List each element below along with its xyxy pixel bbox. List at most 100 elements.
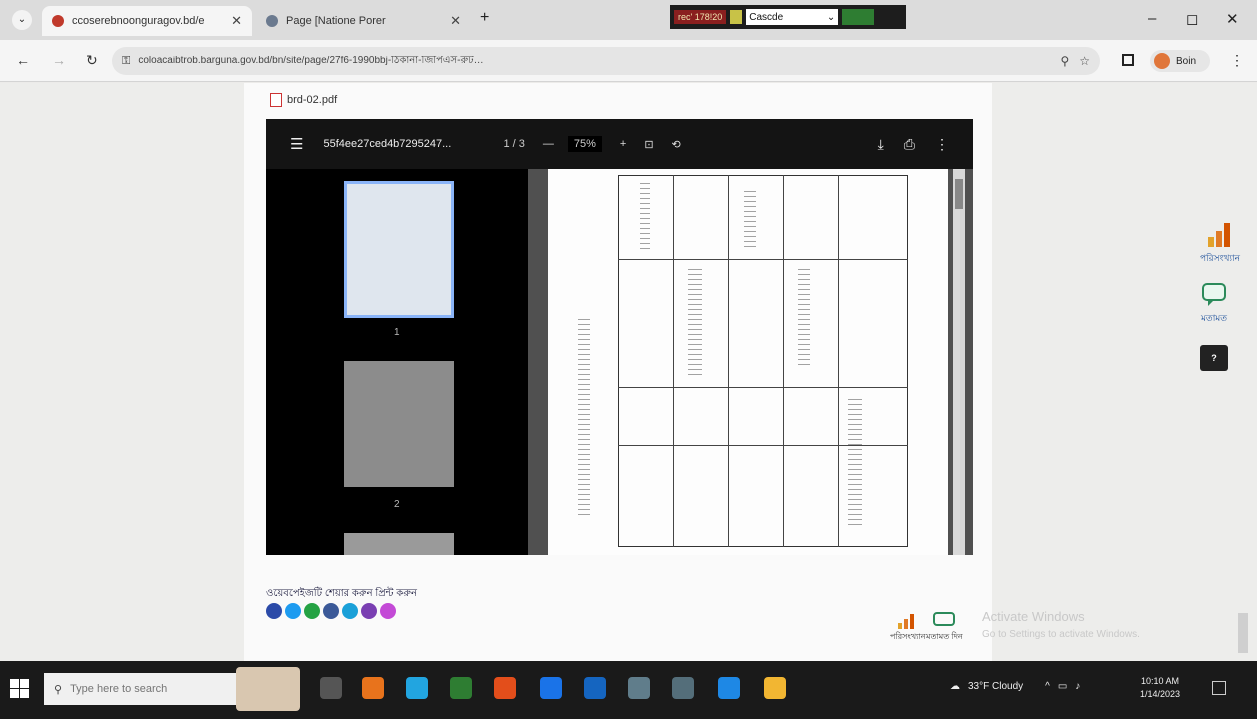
table-divider <box>673 175 674 547</box>
tray-overflow-icon[interactable]: ^ <box>1045 681 1050 692</box>
pdf-viewer-toolbar: ☰ 55f4ee27ced4b7295247... 1 / 3 — 75% + … <box>266 119 973 169</box>
rotated-text <box>848 399 862 529</box>
volume-icon[interactable]: ♪ <box>1075 681 1080 692</box>
restore-button[interactable]: ◻ <box>1186 10 1198 28</box>
recorder-square-icon[interactable] <box>730 10 743 24</box>
side-panel-icon[interactable] <box>1122 54 1134 66</box>
weather-text[interactable]: 33°F Cloudy <box>968 681 1023 692</box>
hamburger-menu-icon[interactable]: ☰ <box>290 135 303 153</box>
pdf-link-text: brd-02.pdf <box>287 94 338 106</box>
mini-stats-label: পরিসংখ্যান <box>890 632 926 641</box>
pdf-file-name: 55f4ee27ced4b7295247... <box>323 138 452 150</box>
close-tab-icon[interactable]: ✕ <box>231 13 242 29</box>
share-twitter-icon[interactable] <box>285 603 301 619</box>
share-linkedin-icon[interactable] <box>342 603 358 619</box>
share-whatsapp-icon[interactable] <box>304 603 320 619</box>
taskbar-search-input[interactable] <box>70 683 191 695</box>
recorder-confirm-button[interactable] <box>842 9 875 25</box>
scroll-thumb[interactable] <box>955 179 963 209</box>
clock-date: 1/14/2023 <box>1140 689 1181 699</box>
close-window-button[interactable]: ✕ <box>1226 10 1239 28</box>
zoom-magnifier-icon[interactable]: ⚲ <box>1060 54 1069 68</box>
address-bar[interactable]: ⚿ ⚲ ☆ <box>112 47 1100 75</box>
recorder-label: rec' 178!20 <box>674 10 727 24</box>
excel-icon[interactable] <box>450 677 472 699</box>
task-view-icon[interactable] <box>320 677 342 699</box>
calculator-icon[interactable] <box>628 677 650 699</box>
mini-feedback-widget[interactable]: মতামত দিন <box>926 611 963 644</box>
pdf-attachment-link[interactable]: brd-02.pdf <box>270 93 337 107</box>
file-explorer-icon[interactable] <box>764 677 786 699</box>
page-thumbnail-3[interactable] <box>344 533 454 555</box>
forward-arrow-icon[interactable]: → <box>52 52 66 68</box>
zoom-level[interactable]: 75% <box>567 136 602 152</box>
table-divider <box>618 387 908 388</box>
thumbnail-sidebar: 1 2 <box>266 169 528 555</box>
weather-cloud-icon[interactable]: ☁ <box>950 681 960 692</box>
photos-icon[interactable] <box>718 677 740 699</box>
minimize-button[interactable]: – <box>1148 10 1156 27</box>
fit-page-icon[interactable]: ⊡ <box>644 138 653 151</box>
rotated-heading <box>578 319 590 519</box>
tab-active[interactable]: ccoserebnoonguragov.bd/e ✕ <box>42 6 252 36</box>
chrome-icon[interactable] <box>362 677 384 699</box>
search-icon: ⚲ <box>54 683 63 696</box>
recorder-select[interactable]: Cascde ⌄ <box>746 9 839 25</box>
pdf-viewer: ☰ 55f4ee27ced4b7295247... 1 / 3 — 75% + … <box>266 119 973 555</box>
back-arrow-icon[interactable]: ← <box>16 52 30 68</box>
bookmark-star-icon[interactable]: ☆ <box>1079 54 1090 68</box>
network-icon[interactable]: ▭ <box>1058 681 1067 692</box>
recorder-select-value: Cascde <box>749 11 784 23</box>
zoom-out-icon[interactable]: — <box>543 138 554 150</box>
firefox-icon[interactable] <box>494 677 516 699</box>
notification-icon[interactable] <box>1212 681 1226 695</box>
floating-feedback-widget[interactable]: মতামত <box>1200 281 1228 326</box>
share-print-icon[interactable] <box>266 603 282 619</box>
url-input[interactable] <box>138 55 1051 67</box>
web-page: brd-02.pdf ☰ 55f4ee27ced4b7295247... 1 /… <box>0 83 1257 661</box>
app-icon[interactable] <box>672 677 694 699</box>
chat-bubble-icon <box>1202 283 1226 306</box>
taskbar-clock[interactable]: 10:10 AM 1/14/2023 <box>1140 675 1180 701</box>
tab-search-button[interactable]: ⌄ <box>12 10 32 30</box>
print-icon[interactable]: ⎙ <box>904 136 915 153</box>
share-label: ওয়েবপেইজটি শেয়ার করুন প্রিন্ট করুন <box>266 588 417 599</box>
rotate-icon[interactable]: ⟲ <box>672 138 681 151</box>
word-icon[interactable] <box>584 677 606 699</box>
share-buttons <box>266 603 396 619</box>
download-icon[interactable]: ⤓ <box>878 136 884 153</box>
share-facebook-icon[interactable] <box>323 603 339 619</box>
document-scrollbar[interactable] <box>953 169 965 555</box>
page-indicator[interactable]: 1 / 3 <box>503 138 524 150</box>
close-tab-icon[interactable]: ✕ <box>450 13 461 29</box>
zoom-in-icon[interactable]: + <box>620 138 626 150</box>
pdf-file-icon <box>270 93 282 107</box>
globe-icon <box>266 15 278 27</box>
thumbnail-number: 1 <box>394 327 400 338</box>
more-options-icon[interactable]: ⋮ <box>935 136 949 153</box>
windows-start-icon[interactable] <box>10 679 30 699</box>
site-favicon-icon <box>52 15 64 27</box>
taskbar-search-box[interactable]: ⚲ <box>44 673 244 705</box>
mail-icon[interactable] <box>540 677 562 699</box>
site-info-icon[interactable]: ⚿ <box>122 55 130 68</box>
mini-feedback-label: মতামত দিন <box>926 632 963 641</box>
page-thumbnail-2[interactable] <box>344 361 454 487</box>
floating-stats-widget[interactable]: পরিসংখ্যান <box>1200 221 1240 266</box>
rotated-text <box>640 183 650 253</box>
profile-button[interactable]: Boin <box>1150 50 1210 72</box>
search-highlight-image[interactable] <box>236 667 300 711</box>
new-tab-button[interactable]: + <box>480 9 489 27</box>
reload-icon[interactable]: ↻ <box>86 52 98 69</box>
watermark-title: Activate Windows <box>982 609 1085 624</box>
page-thumbnail-1[interactable] <box>344 181 454 318</box>
floating-help-widget[interactable]: ? <box>1200 345 1228 373</box>
share-more-icon[interactable] <box>380 603 396 619</box>
edge-icon[interactable] <box>406 677 428 699</box>
document-pane[interactable] <box>528 169 973 555</box>
page-scrollbar[interactable] <box>1238 613 1248 653</box>
mini-stats-widget[interactable]: পরিসংখ্যান <box>890 611 926 644</box>
tab-inactive[interactable]: Page [Natione Porer ✕ <box>256 6 471 36</box>
share-email-icon[interactable] <box>361 603 377 619</box>
browser-menu-icon[interactable]: ⋮ <box>1230 52 1244 69</box>
